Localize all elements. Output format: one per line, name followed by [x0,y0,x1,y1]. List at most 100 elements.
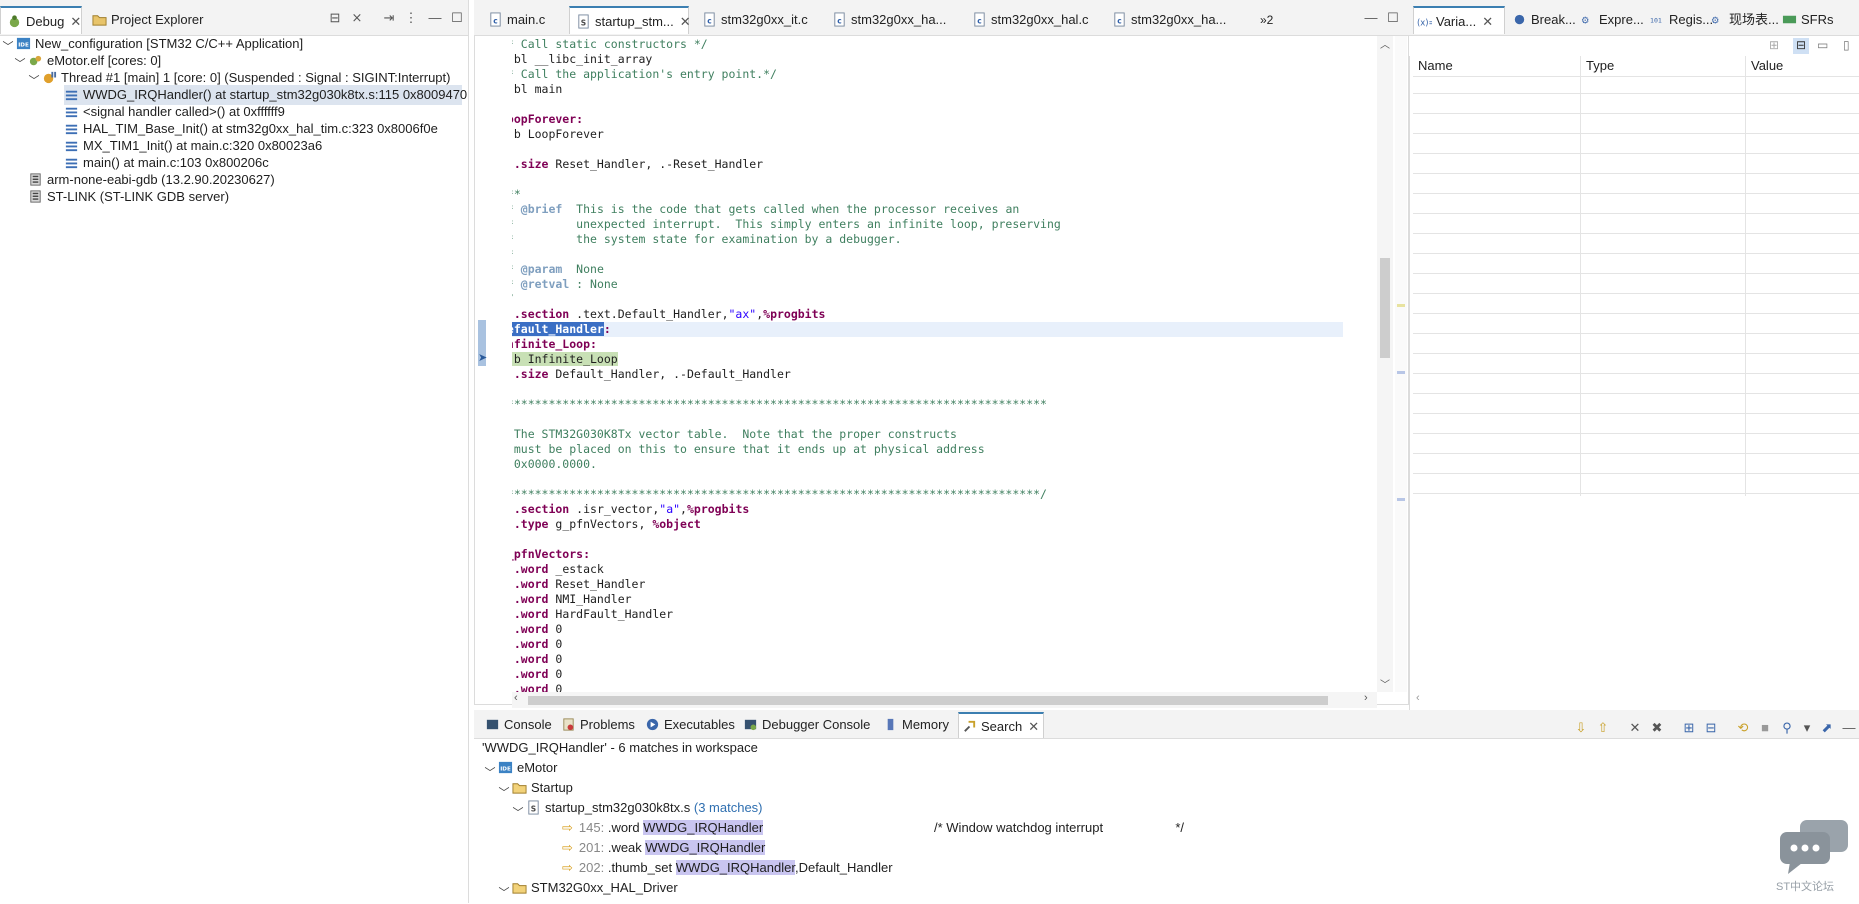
search-match[interactable]: ⇨ 202: .thumb_set WWDG_IRQHandler,Default… [562,858,893,878]
maximize-icon[interactable]: ☐ [448,10,466,26]
code-line[interactable]: 123* [512,472,1343,487]
editor-tab[interactable]: c stm32g0xx_hal.c [966,6,1102,34]
variables-row[interactable] [1413,217,1859,234]
variables-row[interactable] [1413,437,1859,454]
scroll-left-icon[interactable]: ‹ [1416,692,1420,704]
code-line[interactable]: 114Infinite_Loop: [512,337,1343,352]
code-line[interactable]: 132 .word HardFault_Handler [512,607,1343,622]
variables-hscrollbar[interactable]: ‹ [1413,692,1859,708]
code-line[interactable]: 115 b Infinite_Loop [512,352,1343,367]
variables-row[interactable] [1413,397,1859,414]
code-line[interactable]: 122* 0x0000.0000. [512,457,1343,472]
variables-row[interactable] [1413,137,1859,154]
code-line[interactable]: 106 * unexpected interrupt. This simply … [512,217,1343,232]
variables-row[interactable] [1413,257,1859,274]
variables-row[interactable] [1413,377,1859,394]
minimize-icon[interactable]: ▭ [1817,38,1833,54]
code-line[interactable]: 137 .word 0 [512,682,1343,692]
code-line[interactable]: 127 [512,532,1343,547]
close-icon[interactable]: ✕ [1028,719,1039,734]
expand-chevron-icon[interactable]: ﹀ [14,55,26,71]
bottom-tab[interactable]: Memory [880,712,956,738]
variables-row[interactable] [1413,277,1859,294]
cancel-search-icon[interactable]: ■ [1756,719,1774,737]
scroll-down-icon[interactable]: ﹀ [1380,676,1390,691]
tab-debug[interactable]: Debug ✕ [0,6,82,34]
expand-chevron-icon[interactable]: ﹀ [2,38,14,54]
code-line[interactable]: 97 bl main [512,82,1343,97]
code-line[interactable]: 124*************************************… [512,487,1343,502]
search-tree-project[interactable]: IDE eMotor [498,758,557,778]
code-line[interactable]: 121* must be placed on this to ensure th… [512,442,1343,457]
editor-tab-overflow[interactable]: »2 [1254,6,1294,34]
close-icon[interactable]: ✕ [680,14,691,29]
column-name[interactable]: Name [1418,58,1453,73]
editor-tab[interactable]: c stm32g0xx_ha... [1106,6,1246,34]
code-line[interactable]: 100 b LoopForever [512,127,1343,142]
column-value[interactable]: Value [1751,58,1783,73]
code-line[interactable]: 96/* Call the application's entry point.… [512,67,1343,82]
code-line[interactable]: 113Default_Handler: [512,322,1343,337]
code-line[interactable]: 109 * @param None [512,262,1343,277]
remove-match-icon[interactable]: ✕ [1626,719,1644,737]
debug-tree-item[interactable]: ST-LINK (ST-LINK GDB server) [28,187,229,207]
variables-row[interactable] [1413,317,1859,334]
scroll-left-icon[interactable]: ‹ [514,692,518,704]
code-line[interactable]: 102 .size Reset_Handler, .-Reset_Handler [512,157,1343,172]
debug-view-tab[interactable]: 101 Regis... [1647,6,1713,34]
code-line[interactable]: 98 [512,97,1343,112]
scroll-right-icon[interactable]: › [1364,692,1368,704]
variables-row[interactable] [1413,297,1859,314]
code-line[interactable]: 111*/ [512,292,1343,307]
view-menu-icon[interactable]: ⋮ [402,10,420,26]
code-line[interactable]: 126 .type g_pfnVectors, %object [512,517,1343,532]
expand-chevron-icon[interactable]: ﹀ [484,764,496,780]
expand-chevron-icon[interactable]: ﹀ [512,804,524,820]
remove-terminated-icon[interactable]: ⨯ [348,10,366,26]
bottom-tab[interactable]: Console [482,712,556,738]
editor-vscrollbar[interactable]: ︿ ﹀ [1377,36,1393,692]
view-menu-icon[interactable]: ▯ [1843,38,1859,54]
tab-project-explorer[interactable]: Project Explorer [86,6,236,34]
history-dropdown-icon[interactable]: ▾ [1798,719,1816,737]
search-history-icon[interactable]: ⚲ [1778,719,1796,737]
variables-row[interactable] [1413,97,1859,114]
editor-tab[interactable]: c stm32g0xx_it.c [696,6,822,34]
editor-minimize-icon[interactable]: — [1362,10,1380,26]
step-filter-icon[interactable]: ⇥ [380,10,398,26]
search-match[interactable]: ⇨ 201: .weak WWDG_IRQHandler [562,838,766,858]
variables-row[interactable] [1413,477,1859,494]
code-line[interactable]: 94/* Call static constructors */ [512,37,1343,52]
code-line[interactable]: 134 .word 0 [512,637,1343,652]
code-line[interactable]: 120* The STM32G030K8Tx vector table. Not… [512,427,1343,442]
code-line[interactable]: 112 .section .text.Default_Handler,"ax",… [512,307,1343,322]
code-line[interactable]: 131 .word NMI_Handler [512,592,1343,607]
code-line[interactable]: 136 .word 0 [512,667,1343,682]
column-type[interactable]: Type [1586,58,1614,73]
expand-chevron-icon[interactable]: ﹀ [498,884,510,900]
expand-chevron-icon[interactable]: ﹀ [498,784,510,800]
variables-row[interactable] [1413,337,1859,354]
collapse-all-icon[interactable]: ⊟ [326,10,344,26]
editor-tab[interactable]: c main.c [482,6,567,34]
variables-row[interactable] [1413,177,1859,194]
code-line[interactable]: 110 * @retval : None [512,277,1343,292]
previous-match-icon[interactable]: ⇧ [1594,719,1612,737]
variables-row[interactable] [1413,157,1859,174]
collapse-all-icon[interactable]: ⊞ [1769,38,1785,54]
scrollbar-thumb[interactable] [1380,258,1390,358]
search-match[interactable]: ⇨ 145: .word WWDG_IRQHandler [562,818,764,838]
variables-row[interactable] [1413,237,1859,254]
search-tree-folder[interactable]: Startup [512,778,573,798]
code-line[interactable]: 128g_pfnVectors: [512,547,1343,562]
code-line[interactable]: 135 .word 0 [512,652,1343,667]
variables-row[interactable] [1413,457,1859,474]
variables-row[interactable] [1413,197,1859,214]
editor-tab[interactable]: Sstartup_stm... ✕ [569,6,691,34]
code-editor[interactable]: 94/* Call static constructors */95 bl __… [512,36,1377,692]
code-line[interactable]: 117 [512,382,1343,397]
scroll-up-icon[interactable]: ︿ [1380,36,1390,51]
next-match-icon[interactable]: ⇩ [1572,719,1590,737]
variables-row[interactable] [1413,417,1859,434]
editor-hscrollbar[interactable]: ‹ › [512,692,1377,708]
